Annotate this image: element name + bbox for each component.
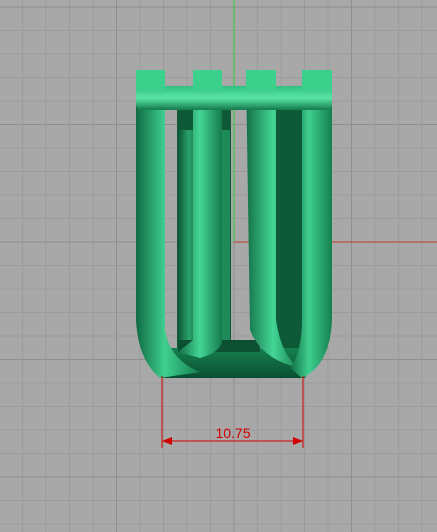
dimension-value: 10.75: [215, 425, 250, 441]
post-cap-3: [246, 70, 276, 90]
post-cap-2: [193, 70, 222, 90]
cad-viewport[interactable]: 10.75: [0, 0, 437, 532]
viewport-canvas[interactable]: 10.75: [0, 0, 437, 532]
dimension-arrow-right-icon: [293, 437, 303, 445]
linear-dimension[interactable]: 10.75: [161, 376, 304, 448]
post-cap-4: [302, 70, 332, 90]
post-cap-1: [136, 70, 165, 90]
inner-band-left-edge: [222, 130, 230, 345]
